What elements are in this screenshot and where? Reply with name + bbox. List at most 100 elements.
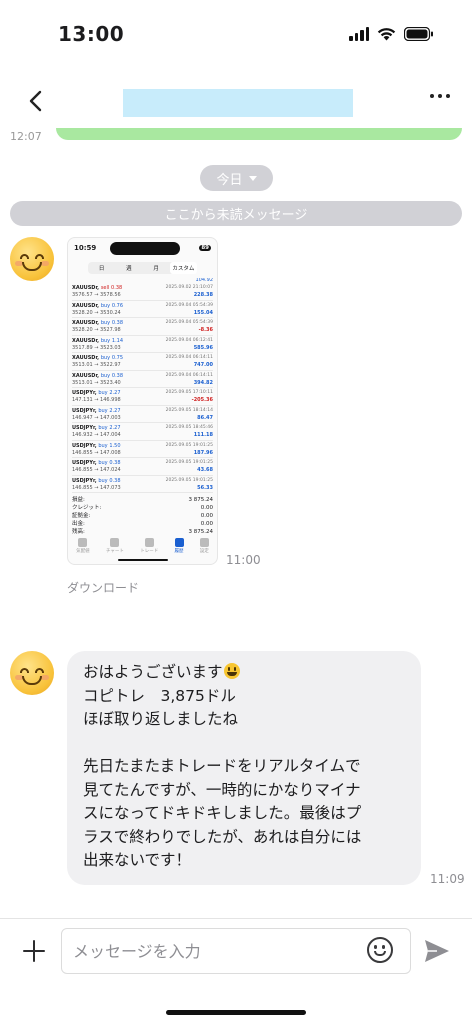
summary-row: クレジット: 0.00	[72, 504, 213, 512]
status-icons	[349, 27, 434, 41]
summary-value: 0.00	[200, 521, 213, 527]
trade-profit: 394.82	[193, 379, 213, 386]
home-indicator	[166, 1010, 306, 1015]
trade-date: 2025.09.04 06:14:11	[165, 372, 213, 378]
summary-row: 損益: 3 875.24	[72, 496, 213, 504]
trade-prices: 3576.57 → 3578.56	[72, 292, 121, 298]
trade-prices: 3513.01 → 3522.97	[72, 362, 121, 368]
screenshot-trade-row: USDJPYr, buy 0.38 146.855 → 147.024 2025.0…	[72, 458, 213, 476]
chat-screen: 13:00 12:07 今日 ここから未読メッセージ 10:59 89 日 週 …	[0, 0, 472, 1024]
message-line: コピトレ 3,875ドル	[83, 686, 236, 705]
message-input[interactable]	[61, 928, 411, 974]
message-line: 先日たまたまトレードをリアルタイムで	[83, 757, 361, 775]
screenshot-nav-item: チャート	[106, 538, 124, 554]
summary-value: 0.00	[200, 513, 213, 519]
summary-row: 出金: 0.00	[72, 520, 213, 528]
trade-prices: 146.947 → 147.003	[72, 414, 121, 421]
trade-prices: 147.131 → 146.998	[72, 397, 121, 403]
screenshot-nav-item: 履歴	[174, 538, 184, 554]
avatar-mouth	[22, 262, 42, 271]
summary-row: 証拠金: 0.00	[72, 512, 213, 520]
nav-icon	[78, 538, 88, 547]
trade-date: 2025.09.05 18:45:46	[165, 425, 213, 430]
trade-prices: 146.855 → 147.008	[72, 449, 121, 456]
previous-message-bubble[interactable]	[56, 128, 462, 140]
screenshot-tab: 月	[153, 266, 159, 272]
trade-date: 2025.09.05 19:01:25	[165, 442, 213, 448]
trade-profit: -8.36	[198, 327, 213, 333]
message-line: スになってドキドキしました。最後はプ	[83, 804, 362, 822]
more-options-button[interactable]	[430, 94, 450, 98]
screenshot-battery: 89	[199, 245, 211, 251]
nav-icon	[199, 538, 209, 547]
text-message-bubble[interactable]: おはようございます コピトレ 3,875ドル ほぼ取り返しましたね 先日たまたま…	[67, 651, 421, 885]
screenshot-bottom-nav: 気配値 チャート トレード 履歴 設定	[68, 538, 217, 554]
status-time: 13:00	[58, 22, 125, 46]
screenshot-time: 10:59	[74, 244, 97, 252]
screenshot-tab: 日	[98, 266, 105, 272]
back-button[interactable]	[20, 86, 50, 116]
plus-icon[interactable]	[22, 939, 46, 963]
avatar[interactable]	[10, 651, 54, 695]
trade-prices: 3517.89 → 3523.03	[72, 344, 121, 351]
summary-label: 出金:	[72, 521, 85, 527]
screenshot-trade-row: USDJPYr, buy 1.50 146.855 → 147.008 2025.0…	[72, 441, 213, 458]
message-time: 11:09	[430, 872, 465, 886]
trade-profit: 747.00	[193, 362, 213, 368]
summary-value: 0.00	[200, 505, 213, 511]
trade-prices: 146.855 → 147.073	[72, 484, 121, 491]
chevron-left-icon	[29, 90, 42, 112]
trade-date: 2025.09.04 06:12:41	[165, 337, 213, 343]
message-input-bar	[0, 918, 472, 1024]
trade-date: 2025.09.04 05:54:39	[165, 302, 213, 308]
trade-profit: 56.33	[197, 484, 213, 491]
avatar-eye	[35, 668, 44, 673]
screenshot-tab: 週	[126, 266, 132, 272]
summary-label: 証拠金:	[72, 513, 91, 519]
trade-profit: 228.38	[193, 292, 213, 298]
date-separator-button[interactable]: 今日	[200, 165, 273, 191]
trade-profit: 111.18	[193, 432, 213, 438]
trade-profit: 187.96	[193, 449, 213, 456]
status-bar: 13:00	[0, 0, 472, 68]
trade-profit: 155.04	[193, 309, 213, 316]
trade-symbol: XAUUSDr, buy 0.76	[72, 302, 124, 309]
nav-icon	[110, 538, 120, 547]
avatar-eye	[20, 254, 29, 259]
wifi-icon	[377, 28, 396, 41]
avatar-mouth	[22, 676, 42, 685]
send-button[interactable]	[423, 938, 451, 964]
message-line: ほぼ取り返しましたね	[83, 710, 239, 728]
message-line: 見てたんですが、一時的にかなりマイナ	[83, 780, 361, 799]
download-link[interactable]: ダウンロード	[67, 579, 139, 596]
screenshot-period-tabs: 日 週 月 カスタム	[88, 262, 197, 274]
trade-symbol: XAUUSDr, buy 1.14	[72, 337, 124, 344]
screenshot-nav-item: 気配値	[76, 538, 90, 554]
screenshot-trade-row: XAUUSDr, buy 0.38 3513.01 → 3523.40 2025.0…	[72, 371, 213, 388]
summary-label: クレジット:	[72, 505, 102, 511]
summary-value: 3 875.24	[188, 497, 214, 503]
trade-symbol: USDJPYr, buy 2.27	[72, 390, 121, 396]
trade-symbol: XAUUSDr, buy 0.38	[72, 372, 124, 379]
unread-banner: ここから未読メッセージ	[10, 201, 462, 226]
trade-date: 2025.09.05 17:10:11	[165, 390, 213, 395]
message-list[interactable]: 12:07 今日 ここから未読メッセージ 10:59 89 日 週 月 カスタム…	[0, 128, 472, 918]
avatar[interactable]	[10, 237, 54, 281]
more-dot-icon	[446, 94, 450, 98]
emoji-icon[interactable]	[367, 937, 393, 963]
trade-symbol: USDJPYr, buy 1.50	[72, 442, 121, 449]
screenshot-trade-row: XAUUSDr, sell 0.38 3576.57 → 3578.56 2025.…	[72, 283, 213, 301]
screenshot-trade-row: USDJPYr, buy 2.27 147.131 → 146.998 2025.0…	[72, 388, 213, 406]
more-dot-icon	[438, 94, 442, 98]
screenshot-trade-row: USDJPYr, buy 2.27 146.932 → 147.004 2025.0…	[72, 423, 213, 441]
image-message[interactable]: 10:59 89 日 週 月 カスタム 104.92 XAUUSDr, sell…	[67, 237, 218, 565]
summary-value: 3 875.24	[188, 529, 214, 535]
screenshot-tab-selected: カスタム	[169, 262, 197, 274]
previous-message-time: 12:07	[10, 130, 42, 143]
nav-label: 気配値	[76, 549, 90, 554]
trade-symbol: USDJPYr, buy 2.27	[72, 425, 121, 431]
trade-date: 2025.09.04 05:54:39	[165, 320, 213, 325]
screenshot-trade-row: USDJPYr, buy 2.27 146.947 → 147.003 2025.0…	[72, 406, 213, 423]
trade-profit: 86.47	[197, 414, 213, 421]
summary-row: 残高: 3 875.24	[72, 528, 213, 536]
